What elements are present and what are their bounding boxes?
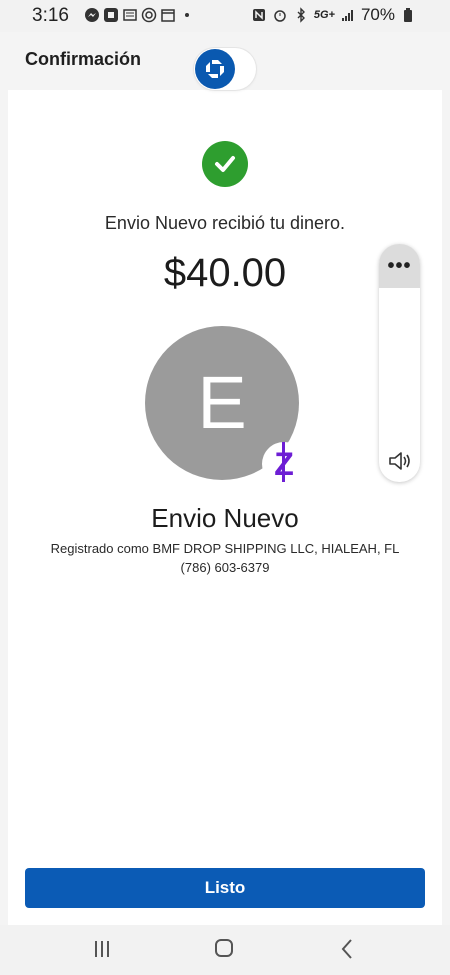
speaker-icon[interactable] [379, 446, 420, 476]
avatar-letter: E [197, 361, 247, 444]
bluetooth-icon [297, 7, 305, 23]
nfc-icon [252, 9, 265, 21]
recipient-name: Envio Nuevo [151, 503, 299, 533]
check-circle-icon [202, 141, 248, 187]
more-options-icon[interactable]: ••• [379, 244, 420, 288]
battery-icon [404, 8, 412, 22]
status-left-icons [84, 7, 195, 23]
zelle-icon: Z [262, 441, 306, 486]
volume-panel[interactable]: ••• [379, 244, 420, 482]
chase-logo-icon [195, 49, 235, 89]
dot-icon [185, 13, 189, 17]
alarm-icon [274, 10, 286, 22]
recipient-phone: (786) 603-6379 [180, 560, 270, 575]
status-bar: 3:16 5G+ 70% [0, 0, 450, 32]
header-bar: Confirmación [8, 32, 442, 90]
back-icon[interactable] [339, 937, 355, 961]
recents-icon[interactable] [92, 939, 112, 959]
messenger-icon [85, 8, 99, 22]
target-icon [141, 7, 157, 23]
news-icon [123, 9, 137, 21]
network-label: 5G+ [313, 9, 335, 21]
status-time: 3:16 [32, 5, 69, 26]
chase-toggle[interactable] [194, 48, 256, 90]
status-right: 5G+ 70% [251, 5, 416, 25]
page-title: Confirmación [25, 49, 142, 69]
nav-bar [0, 925, 450, 975]
done-button[interactable]: Listo [25, 868, 425, 908]
zelle-letter: Z [274, 441, 294, 482]
signal-icon [341, 10, 353, 21]
registered-text: Registrado como BMF DROP SHIPPING LLC, H… [50, 541, 400, 556]
calendar-icon [161, 9, 175, 22]
home-icon[interactable] [214, 938, 234, 958]
confirmation-message: Envio Nuevo recibió tu dinero. [104, 213, 346, 233]
chase-icon [104, 8, 118, 22]
battery-percent: 70% [360, 5, 395, 24]
